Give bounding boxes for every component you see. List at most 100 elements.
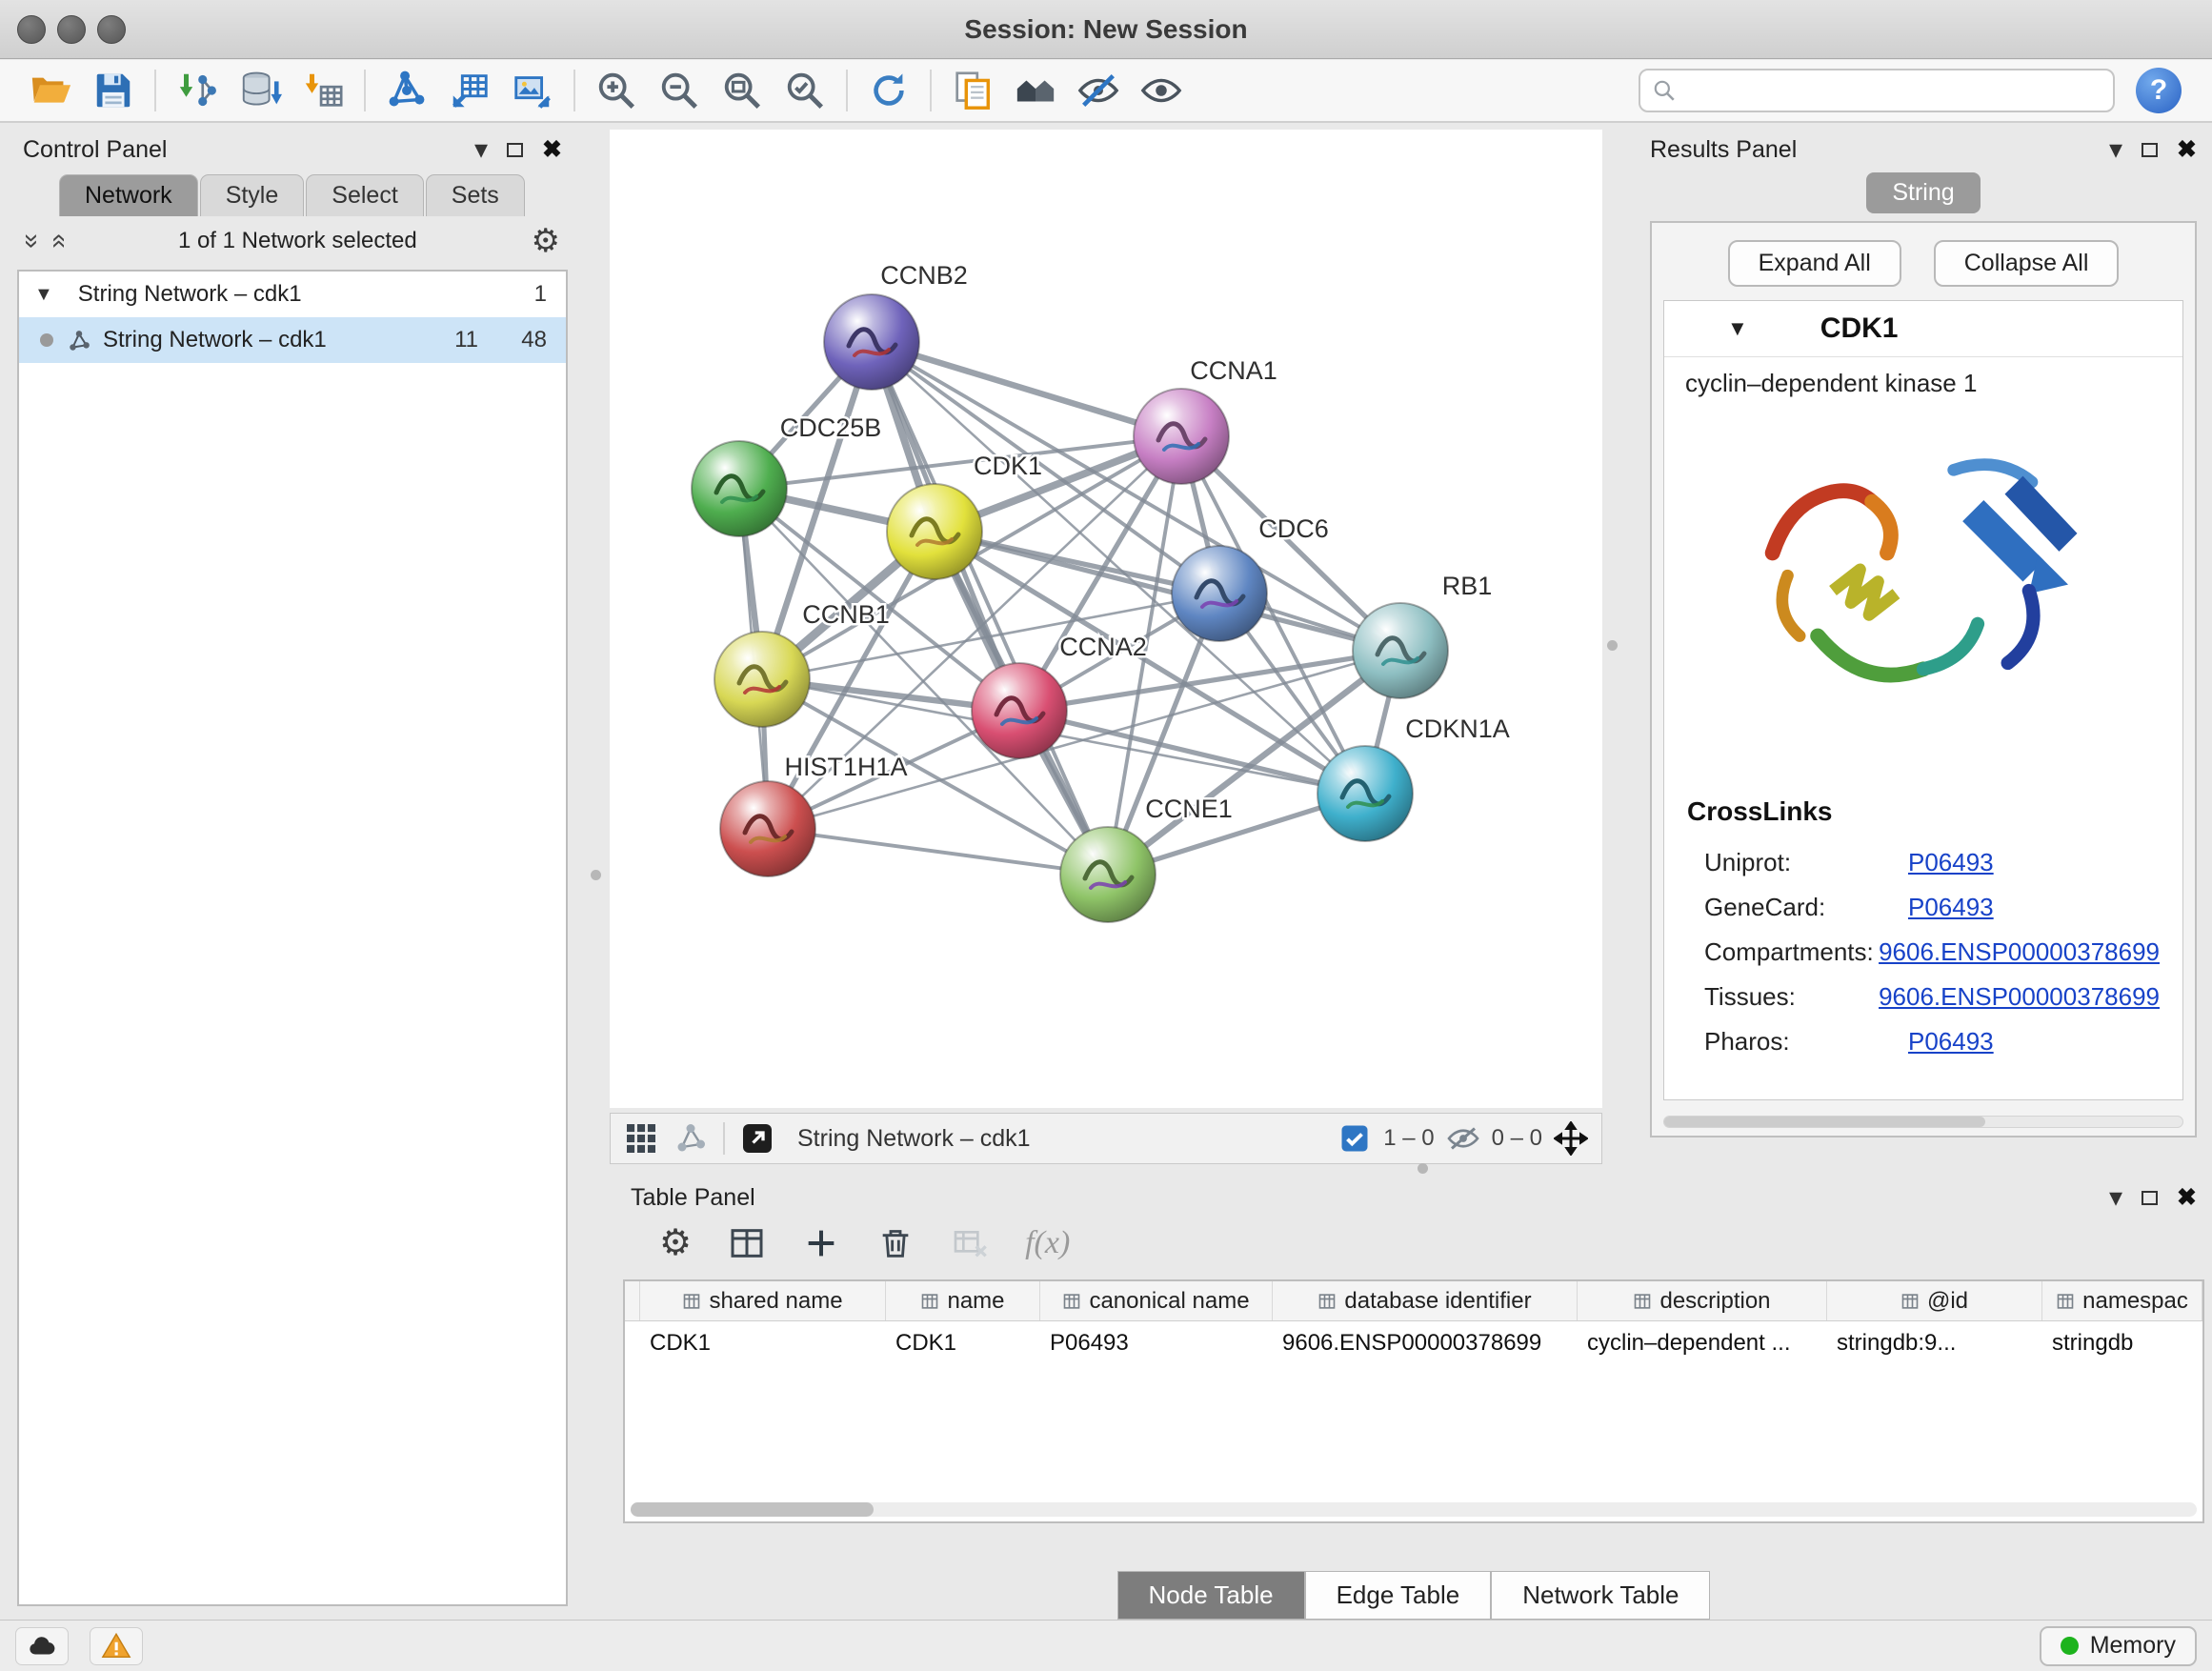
close-button[interactable]: [17, 15, 46, 44]
minimize-button[interactable]: [57, 15, 86, 44]
cell-database-identifier[interactable]: 9606.ENSP00000378699: [1273, 1330, 1578, 1357]
zoom-out-icon[interactable]: [648, 64, 711, 117]
refresh-icon[interactable]: [857, 64, 920, 117]
crosslink-pharos-link[interactable]: P06493: [1908, 1027, 1994, 1057]
collapse-all-networks-icon[interactable]: »: [43, 233, 70, 249]
network-node-CCNA2[interactable]: [972, 663, 1067, 758]
tab-style[interactable]: Style: [200, 174, 305, 216]
column-header-@id[interactable]: @id: [1827, 1281, 2042, 1320]
tab-node-table[interactable]: Node Table: [1117, 1571, 1305, 1620]
crosslink-uniprot-link[interactable]: P06493: [1908, 848, 1994, 877]
tab-network-table[interactable]: Network Table: [1491, 1571, 1710, 1620]
scrollbar-thumb[interactable]: [1664, 1117, 1985, 1127]
crosslink-tissues-link[interactable]: 9606.ENSP00000378699: [1879, 982, 2160, 1012]
float-panel-icon[interactable]: [2142, 143, 2158, 157]
column-header-name[interactable]: name: [886, 1281, 1040, 1320]
cell-canonical-name[interactable]: P06493: [1040, 1330, 1273, 1357]
network-node-CDK1[interactable]: [887, 484, 982, 579]
network-node-HIST1H1A[interactable]: [720, 781, 815, 876]
expand-all-button[interactable]: Expand All: [1728, 240, 1901, 287]
bottom-splitter-handle[interactable]: [1418, 1163, 1428, 1174]
network-from-table-icon[interactable]: [438, 64, 501, 117]
close-panel-icon[interactable]: ✖: [2177, 135, 2197, 164]
show-graphics-details-icon[interactable]: [1130, 64, 1193, 117]
results-horizontal-scrollbar[interactable]: [1663, 1116, 2183, 1128]
panel-menu-icon[interactable]: ▾: [2109, 136, 2122, 163]
network-node-CCNB2[interactable]: [824, 294, 919, 390]
column-header-shared-name[interactable]: shared name: [640, 1281, 886, 1320]
cell-namespac[interactable]: stringdb: [2042, 1330, 2202, 1357]
zoom-button[interactable]: [97, 15, 126, 44]
zoom-selected-icon[interactable]: [774, 64, 836, 117]
open-in-browser-icon[interactable]: [740, 1121, 774, 1156]
first-neighbors-icon[interactable]: [1004, 64, 1067, 117]
left-splitter-handle[interactable]: [591, 870, 601, 880]
import-network-from-file-icon[interactable]: [166, 64, 229, 117]
tab-select[interactable]: Select: [306, 174, 423, 216]
network-node-CDC6[interactable]: [1172, 546, 1267, 641]
network-options-gear-icon[interactable]: ⚙: [532, 225, 560, 257]
add-column-icon[interactable]: [802, 1224, 840, 1262]
tab-network[interactable]: Network: [59, 174, 198, 216]
zoom-in-icon[interactable]: [585, 64, 648, 117]
table-options-gear-icon[interactable]: ⚙: [659, 1225, 692, 1261]
network-node-RB1[interactable]: [1353, 603, 1448, 698]
copy-document-icon[interactable]: [941, 64, 1004, 117]
new-network-icon[interactable]: [375, 64, 438, 117]
table-row[interactable]: CDK1CDK1P064939606.ENSP00000378699cyclin…: [625, 1321, 2202, 1364]
tab-edge-table[interactable]: Edge Table: [1305, 1571, 1492, 1620]
column-header-description[interactable]: description: [1578, 1281, 1827, 1320]
help-button[interactable]: ?: [2136, 68, 2182, 113]
column-header-canonical-name[interactable]: canonical name: [1040, 1281, 1273, 1320]
expand-triangle-icon[interactable]: ▼: [34, 284, 53, 306]
hide-graphics-details-icon[interactable]: [1067, 64, 1130, 117]
selected-checkbox-icon[interactable]: [1337, 1121, 1372, 1156]
close-panel-icon[interactable]: ✖: [2177, 1183, 2197, 1212]
cell-description[interactable]: cyclin–dependent ...: [1578, 1330, 1827, 1357]
panel-menu-icon[interactable]: ▾: [2109, 1184, 2122, 1211]
delete-column-icon[interactable]: [876, 1224, 915, 1262]
birdseye-grid-icon[interactable]: [624, 1121, 658, 1156]
network-canvas[interactable]: CCNB2CCNA1CDC25BCDK1CDC6RB1CCNB1CCNA2CDK…: [610, 130, 1602, 1108]
network-node-CCNE1[interactable]: [1060, 827, 1156, 922]
network-overview-icon[interactable]: [674, 1121, 708, 1156]
import-network-from-database-icon[interactable]: [229, 64, 292, 117]
search-input[interactable]: [1686, 77, 2101, 105]
crosslink-compartments-link[interactable]: 9606.ENSP00000378699: [1879, 937, 2160, 967]
cloud-status-icon[interactable]: [15, 1627, 69, 1665]
cell-name[interactable]: CDK1: [886, 1330, 1040, 1357]
collapse-all-button[interactable]: Collapse All: [1934, 240, 2120, 287]
float-panel-icon[interactable]: [507, 143, 523, 157]
cell-shared-name[interactable]: CDK1: [640, 1330, 886, 1357]
collapse-protein-icon[interactable]: ▼: [1727, 316, 1748, 341]
import-table-icon[interactable]: [292, 64, 354, 117]
pan-move-icon[interactable]: [1554, 1121, 1588, 1156]
network-node-CCNB1[interactable]: [714, 632, 810, 727]
open-session-icon[interactable]: [19, 64, 82, 117]
hidden-eye-slash-icon[interactable]: [1446, 1121, 1480, 1156]
right-splitter-handle[interactable]: [1607, 640, 1618, 651]
tab-string[interactable]: String: [1866, 172, 1981, 213]
tree-row-collection[interactable]: ▼String Network – cdk11: [19, 272, 566, 317]
network-edge[interactable]: [768, 829, 1108, 875]
save-session-icon[interactable]: [82, 64, 145, 117]
zoom-fit-icon[interactable]: [711, 64, 774, 117]
table-horizontal-scrollbar[interactable]: [631, 1502, 2197, 1517]
network-node-CCNA1[interactable]: [1134, 389, 1229, 484]
column-header-database-identifier[interactable]: database identifier: [1273, 1281, 1578, 1320]
export-image-icon[interactable]: [501, 64, 564, 117]
show-columns-icon[interactable]: [728, 1224, 766, 1262]
float-panel-icon[interactable]: [2142, 1191, 2158, 1205]
network-node-CDKN1A[interactable]: [1317, 746, 1413, 841]
memory-button[interactable]: Memory: [2040, 1626, 2197, 1666]
network-edge[interactable]: [872, 342, 1108, 875]
warning-icon[interactable]: [90, 1627, 143, 1665]
panel-menu-icon[interactable]: ▾: [474, 136, 488, 163]
network-node-CDC25B[interactable]: [692, 441, 787, 536]
function-builder-icon[interactable]: f(x): [1025, 1225, 1070, 1261]
tree-row-network[interactable]: String Network – cdk11148: [19, 317, 566, 363]
crosslink-genecard-link[interactable]: P06493: [1908, 893, 1994, 922]
column-header-namespac[interactable]: namespac: [2042, 1281, 2202, 1320]
scrollbar-thumb[interactable]: [631, 1502, 874, 1517]
tab-sets[interactable]: Sets: [426, 174, 525, 216]
